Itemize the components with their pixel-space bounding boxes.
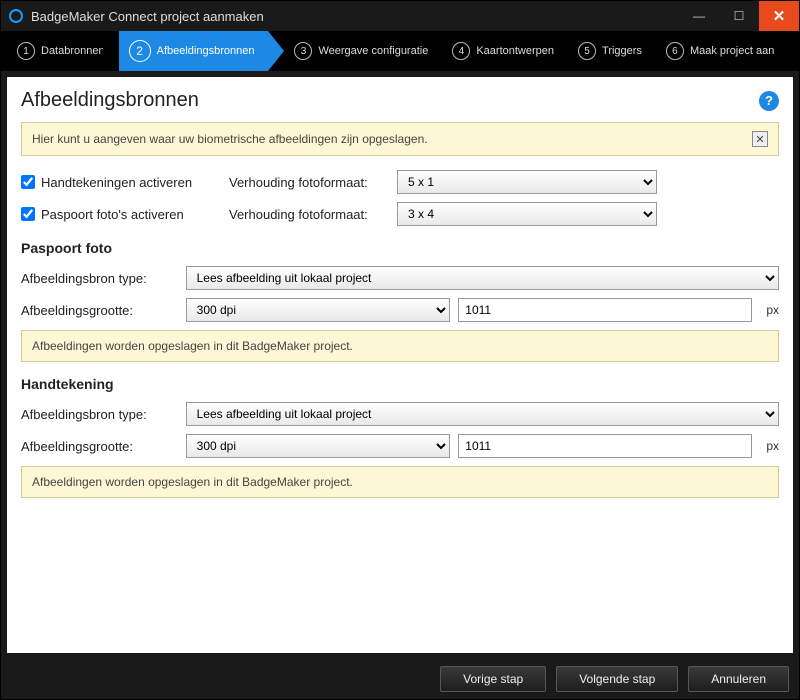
- passport-px-input[interactable]: [458, 298, 752, 322]
- prev-button[interactable]: Vorige stap: [440, 666, 546, 692]
- next-button[interactable]: Volgende stap: [556, 666, 678, 692]
- passport-label: Paspoort foto's activeren: [41, 207, 184, 222]
- signatures-checkbox[interactable]: [21, 175, 35, 189]
- step-number: 5: [578, 42, 596, 60]
- step-weergave[interactable]: 3 Weergave configuratie: [284, 31, 442, 71]
- source-label: Afbeeldingsbron type:: [21, 271, 178, 286]
- row-signature-source: Afbeeldingsbron type: Lees afbeelding ui…: [21, 402, 779, 426]
- maximize-button[interactable]: ☐: [719, 1, 759, 31]
- step-number: 4: [452, 42, 470, 60]
- window-title: BadgeMaker Connect project aanmaken: [31, 9, 264, 24]
- signature-px-input[interactable]: [458, 434, 752, 458]
- content-pane: Afbeeldingsbronnen ? Hier kunt u aangeve…: [7, 77, 793, 653]
- ratio-label: Verhouding fotoformaat:: [229, 207, 389, 222]
- passport-note: Afbeeldingen worden opgeslagen in dit Ba…: [21, 330, 779, 362]
- row-signatures-activate: Handtekeningen activeren Verhouding foto…: [21, 170, 779, 194]
- step-number: 6: [666, 42, 684, 60]
- step-triggers[interactable]: 5 Triggers: [568, 31, 656, 71]
- page-title: Afbeeldingsbronnen: [21, 89, 199, 112]
- row-passport-size: Afbeeldingsgrootte: 300 dpi px: [21, 298, 779, 322]
- page-heading: Afbeeldingsbronnen ?: [21, 89, 779, 112]
- signature-note: Afbeeldingen worden opgeslagen in dit Ba…: [21, 466, 779, 498]
- size-label: Afbeeldingsgrootte:: [21, 303, 178, 318]
- signatures-ratio-select[interactable]: 5 x 1: [397, 170, 657, 194]
- titlebar: BadgeMaker Connect project aanmaken — ☐ …: [1, 1, 799, 31]
- info-close-icon[interactable]: ✕: [752, 131, 768, 147]
- info-banner: Hier kunt u aangeven waar uw biometrisch…: [21, 122, 779, 156]
- step-number: 3: [294, 42, 312, 60]
- checkbox-signatures[interactable]: Handtekeningen activeren: [21, 175, 221, 190]
- step-label: Kaartontwerpen: [476, 45, 554, 57]
- step-label: Databronnen: [41, 45, 105, 57]
- section-title-signature: Handtekening: [21, 376, 779, 392]
- row-passport-source: Afbeeldingsbron type: Lees afbeelding ui…: [21, 266, 779, 290]
- step-label: Triggers: [602, 45, 642, 57]
- help-icon[interactable]: ?: [759, 91, 779, 111]
- signature-source-select[interactable]: Lees afbeelding uit lokaal project: [186, 402, 779, 426]
- wizard-steps: 1 Databronnen 2 Afbeeldingsbronnen 3 Wee…: [1, 31, 799, 71]
- step-label: Afbeeldingsbronnen: [157, 45, 255, 57]
- checkbox-passport[interactable]: Paspoort foto's activeren: [21, 207, 221, 222]
- px-unit: px: [766, 303, 779, 317]
- footer: Vorige stap Volgende stap Annuleren: [1, 659, 799, 699]
- close-button[interactable]: ✕: [759, 1, 799, 31]
- step-number: 2: [129, 40, 151, 62]
- minimize-button[interactable]: —: [679, 1, 719, 31]
- passport-dpi-select[interactable]: 300 dpi: [186, 298, 451, 322]
- px-unit: px: [766, 439, 779, 453]
- app-logo-icon: [9, 9, 23, 23]
- section-title-passport: Paspoort foto: [21, 240, 779, 256]
- app-window: BadgeMaker Connect project aanmaken — ☐ …: [0, 0, 800, 700]
- step-maak-project[interactable]: 6 Maak project aan: [656, 31, 788, 71]
- cancel-button[interactable]: Annuleren: [688, 666, 789, 692]
- step-label: Maak project aan: [690, 45, 774, 57]
- step-kaartontwerpen[interactable]: 4 Kaartontwerpen: [442, 31, 568, 71]
- row-passport-activate: Paspoort foto's activeren Verhouding fot…: [21, 202, 779, 226]
- step-label: Weergave configuratie: [318, 45, 428, 57]
- size-label: Afbeeldingsgrootte:: [21, 439, 178, 454]
- step-afbeeldingsbronnen[interactable]: 2 Afbeeldingsbronnen: [119, 31, 269, 71]
- ratio-label: Verhouding fotoformaat:: [229, 175, 389, 190]
- passport-ratio-select[interactable]: 3 x 4: [397, 202, 657, 226]
- step-number: 1: [17, 42, 35, 60]
- row-signature-size: Afbeeldingsgrootte: 300 dpi px: [21, 434, 779, 458]
- passport-source-select[interactable]: Lees afbeelding uit lokaal project: [186, 266, 779, 290]
- signatures-label: Handtekeningen activeren: [41, 175, 192, 190]
- source-label: Afbeeldingsbron type:: [21, 407, 178, 422]
- info-text: Hier kunt u aangeven waar uw biometrisch…: [32, 132, 428, 146]
- signature-dpi-select[interactable]: 300 dpi: [186, 434, 451, 458]
- passport-checkbox[interactable]: [21, 207, 35, 221]
